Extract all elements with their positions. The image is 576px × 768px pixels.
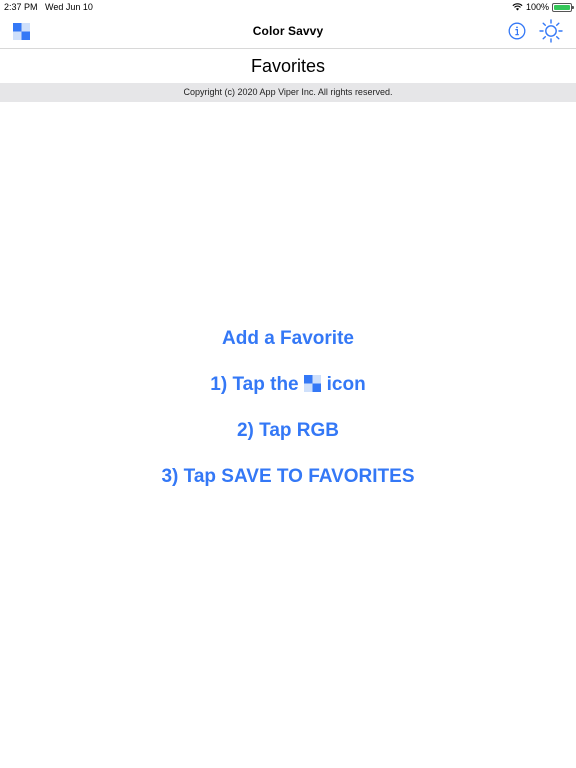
step1-text-before: 1) Tap the (210, 374, 299, 395)
copyright-bar: Copyright (c) 2020 App Viper Inc. All ri… (0, 83, 576, 102)
instruction-step-2: 2) Tap RGB (236, 420, 340, 441)
nav-bar: Color Savvy (0, 14, 576, 49)
battery-percent: 100% (525, 2, 549, 12)
color-swatch-icon (303, 375, 321, 392)
nav-title: Color Savvy (252, 24, 324, 38)
page-title: Favorites (250, 56, 326, 76)
brightness-icon[interactable] (539, 19, 563, 43)
status-date: Wed Jun 10 (45, 2, 93, 12)
status-time: 2:37 PM (4, 2, 38, 12)
status-right: 100% (512, 2, 574, 12)
step1-text-after: icon (326, 374, 366, 395)
info-icon[interactable] (508, 22, 526, 40)
instruction-heading: Add a Favorite (222, 328, 354, 349)
battery-icon (552, 2, 574, 12)
instruction-step-1: 1) Tap the icon (0, 374, 576, 396)
instruction-step-3: 3) Tap SAVE TO FAVORITES (161, 466, 415, 487)
battery-fill (554, 4, 570, 10)
status-bar: 2:37 PM Wed Jun 10 100% (0, 0, 576, 14)
wifi-icon (512, 3, 523, 11)
